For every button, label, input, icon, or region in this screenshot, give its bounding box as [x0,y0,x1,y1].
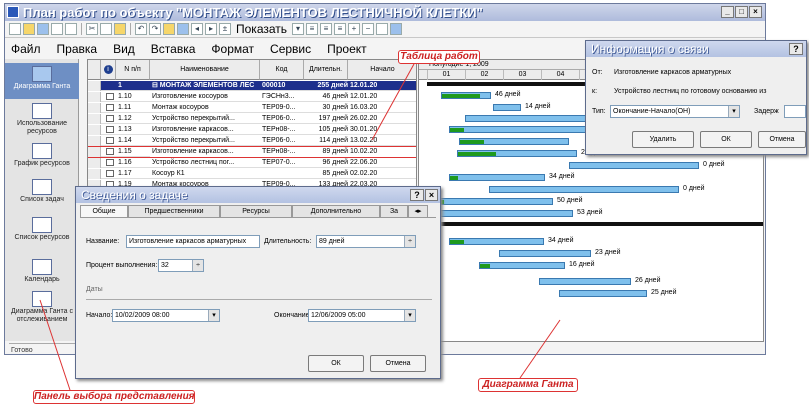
callout-pointer-lines [39,63,561,391]
callout-pointer [371,63,415,141]
callout-pointer [519,319,561,379]
callout-pointer [39,299,71,391]
